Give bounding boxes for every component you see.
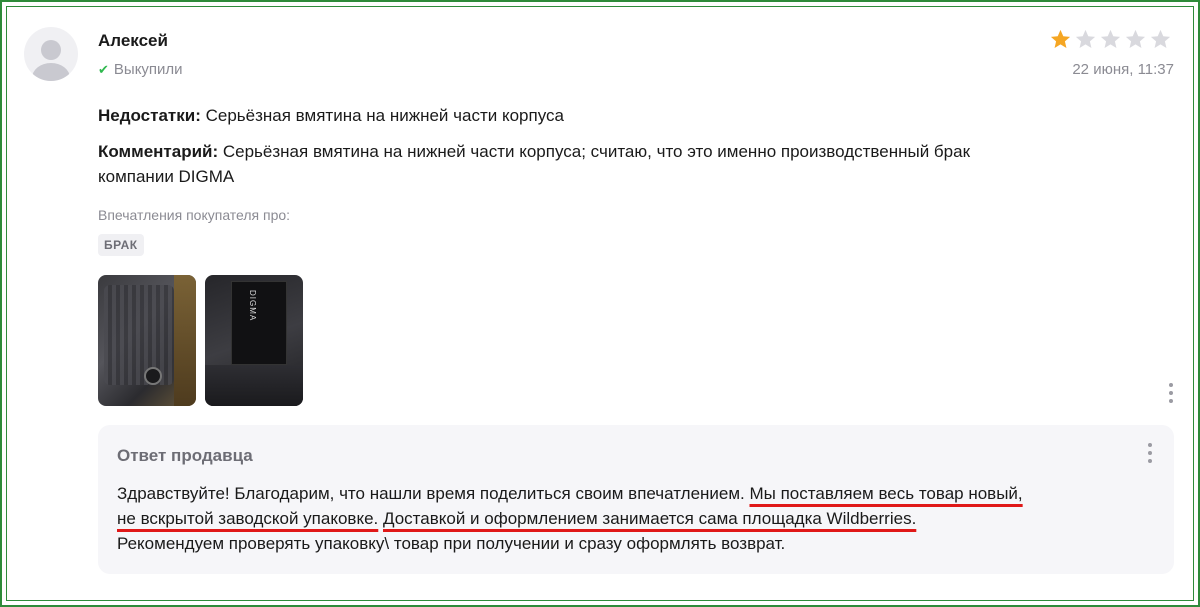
- review-photo-1[interactable]: [98, 275, 196, 406]
- reply-more-vertical-icon[interactable]: [1148, 443, 1152, 463]
- star-icon: [1125, 29, 1146, 49]
- impression-tag[interactable]: БРАК: [98, 234, 144, 256]
- review-author: Алексей: [98, 31, 168, 50]
- user-avatar-icon: [24, 27, 78, 81]
- rating-stars: [1049, 28, 1172, 51]
- comment-text-line1: Серьёзная вмятина на нижней части корпус…: [222, 142, 971, 161]
- reply-text-part1: Здравствуйте! Благодарим, что нашли врем…: [117, 484, 750, 503]
- bought-badge: ✔ Выкупили: [98, 61, 183, 78]
- photo-brand-label: DIGMA: [248, 290, 257, 322]
- reply-text-underlined-1: Мы поставляем весь товар новый,: [749, 484, 1023, 503]
- cons-text: Серьёзная вмятина на нижней части корпус…: [205, 106, 564, 125]
- bought-label: Выкупили: [113, 61, 183, 78]
- review-date: 22 июня, 11:37: [1072, 61, 1174, 78]
- review-comment: Комментарий: Серьёзная вмятина на нижней…: [98, 140, 970, 164]
- cons-label: Недостатки:: [98, 106, 201, 125]
- star-icon: [1075, 29, 1096, 49]
- review-photo-2[interactable]: DIGMA: [205, 275, 303, 406]
- seller-reply-text: Здравствуйте! Благодарим, что нашли врем…: [117, 481, 1127, 556]
- reply-text-underlined-2: не вскрытой заводской упаковке.: [117, 509, 379, 528]
- review-comment-line2: компании DIGMA: [98, 167, 235, 186]
- reply-text-underlined-3: Доставкой и оформлением занимается сама …: [383, 509, 917, 528]
- seller-reply-title: Ответ продавца: [117, 446, 253, 465]
- reply-text-part6: Рекомендуем проверять упаковку\ товар пр…: [117, 534, 786, 553]
- comment-label: Комментарий:: [98, 142, 219, 161]
- review-more-vertical-icon[interactable]: [1169, 383, 1173, 403]
- star-icon: [1050, 29, 1071, 49]
- star-icon: [1150, 29, 1171, 49]
- check-icon: ✔: [98, 61, 109, 77]
- star-icon: [1100, 29, 1121, 49]
- impressions-label: Впечатления покупателя про:: [98, 207, 291, 223]
- review-cons: Недостатки: Серьёзная вмятина на нижней …: [98, 104, 564, 128]
